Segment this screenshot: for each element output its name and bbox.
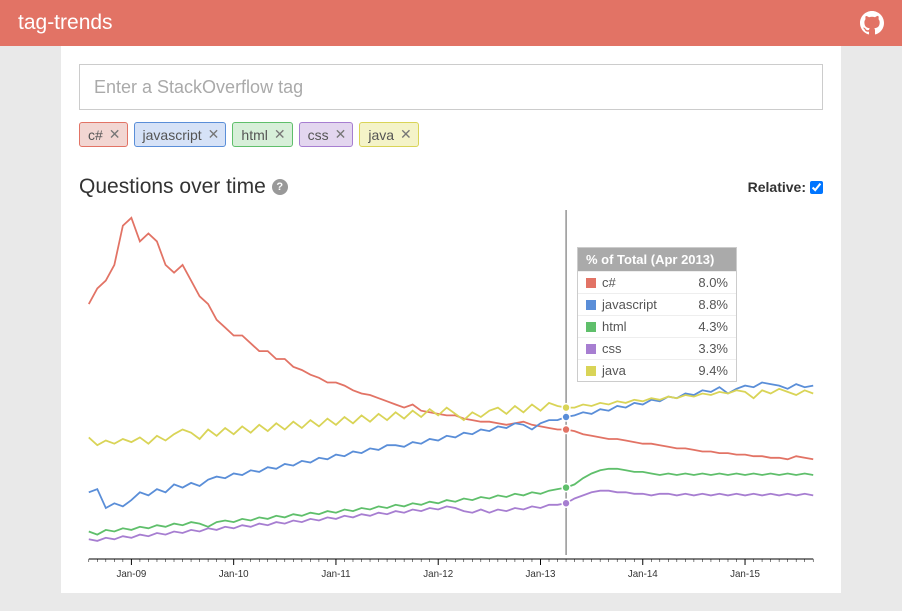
close-icon[interactable]: ✕ <box>109 126 121 143</box>
tooltip-series-name: html <box>602 319 698 334</box>
tooltip-header: % of Total (Apr 2013) <box>578 248 736 271</box>
main-panel: c# ✕ javascript ✕ html ✕ css ✕ java ✕ Questions o… <box>61 46 841 593</box>
relative-label: Relative: <box>748 179 806 195</box>
tooltip-row: css3.3% <box>578 337 736 359</box>
x-tick-label: Jan-12 <box>423 569 453 580</box>
close-icon[interactable]: ✕ <box>400 126 412 143</box>
tag-label: c# <box>88 127 103 143</box>
hover-dot <box>562 499 570 507</box>
tooltip-series-value: 3.3% <box>698 341 728 356</box>
close-icon[interactable]: ✕ <box>208 126 220 143</box>
tag-chip-csharp[interactable]: c# ✕ <box>79 122 128 147</box>
tooltip-row: c#8.0% <box>578 271 736 293</box>
tooltip-series-value: 4.3% <box>698 319 728 334</box>
series-css <box>89 491 813 541</box>
tag-chip-java[interactable]: java ✕ <box>359 122 418 147</box>
github-icon[interactable] <box>860 11 884 35</box>
tooltip-series-name: java <box>602 363 698 378</box>
app-title: tag-trends <box>18 11 113 35</box>
hover-dot <box>562 404 570 412</box>
tooltip-series-value: 9.4% <box>698 363 728 378</box>
tooltip-series-name: css <box>602 341 698 356</box>
chart-title: Questions over time ? <box>79 175 288 199</box>
legend-swatch <box>586 300 596 310</box>
chart-area[interactable]: Jan-09 Jan-10 Jan-11 Jan-12 Jan-13 Jan-14 Jan-… <box>79 205 823 585</box>
relative-checkbox[interactable] <box>810 181 823 194</box>
legend-swatch <box>586 344 596 354</box>
x-tick-label: Jan-14 <box>628 569 658 580</box>
legend-swatch <box>586 278 596 288</box>
tag-label: css <box>308 127 329 143</box>
tooltip-row: java9.4% <box>578 359 736 381</box>
tooltip-series-value: 8.0% <box>698 275 728 290</box>
tooltip-row: javascript8.8% <box>578 293 736 315</box>
x-tick-label: Jan-09 <box>116 569 146 580</box>
search-input[interactable] <box>79 64 823 110</box>
hover-dot <box>562 426 570 434</box>
legend-swatch <box>586 322 596 332</box>
tag-label: html <box>241 127 267 143</box>
close-icon[interactable]: ✕ <box>335 126 347 143</box>
tooltip-row: html4.3% <box>578 315 736 337</box>
tooltip-series-name: c# <box>602 275 698 290</box>
tag-chip-html[interactable]: html ✕ <box>232 122 292 147</box>
x-tick-label: Jan-11 <box>321 569 351 580</box>
x-tick-label: Jan-15 <box>730 569 760 580</box>
tag-chip-css[interactable]: css ✕ <box>299 122 354 147</box>
tags-row: c# ✕ javascript ✕ html ✕ css ✕ java ✕ <box>79 122 823 147</box>
hover-dot <box>562 484 570 492</box>
tag-label: java <box>368 127 394 143</box>
tooltip-series-name: javascript <box>602 297 698 312</box>
hover-dot <box>562 413 570 421</box>
chart-title-text: Questions over time <box>79 175 266 199</box>
app-header: tag-trends <box>0 0 902 46</box>
series-javascript <box>89 383 813 509</box>
close-icon[interactable]: ✕ <box>274 126 286 143</box>
x-tick-label: Jan-10 <box>219 569 249 580</box>
tooltip-series-value: 8.8% <box>698 297 728 312</box>
tag-label: javascript <box>143 127 202 143</box>
tag-chip-javascript[interactable]: javascript ✕ <box>134 122 227 147</box>
relative-toggle[interactable]: Relative: <box>748 179 823 195</box>
x-tick-label: Jan-13 <box>526 569 556 580</box>
series-html <box>89 469 813 535</box>
help-icon[interactable]: ? <box>272 179 288 195</box>
legend-swatch <box>586 366 596 376</box>
chart-tooltip: % of Total (Apr 2013) c#8.0%javascript8.… <box>577 247 737 382</box>
chart-header: Questions over time ? Relative: <box>79 175 823 199</box>
